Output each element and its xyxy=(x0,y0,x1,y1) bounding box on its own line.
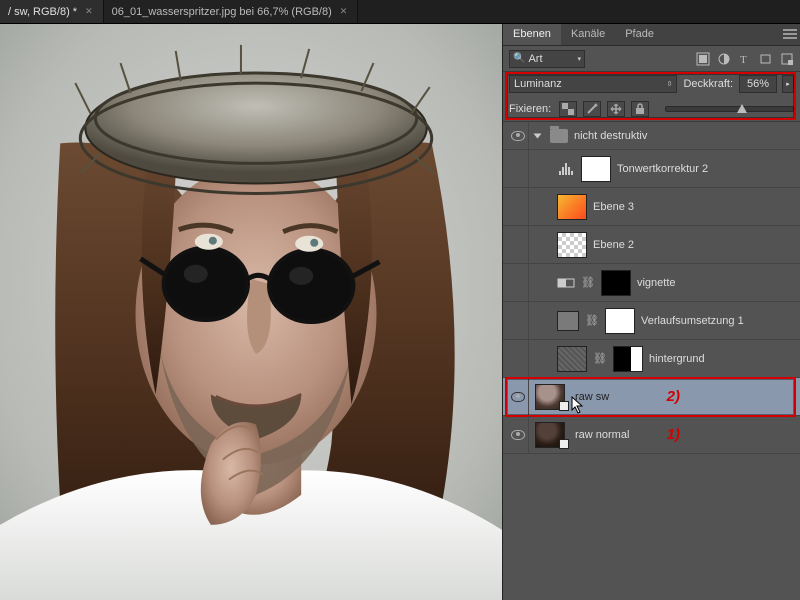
opacity-flyout-button[interactable]: ▸ xyxy=(782,75,794,93)
layer-row[interactable]: raw normal 1) xyxy=(503,416,800,454)
mask-thumbnail[interactable] xyxy=(601,270,631,296)
mask-thumbnail[interactable] xyxy=(581,156,611,182)
layer-row[interactable]: ⛓ hintergrund xyxy=(503,340,800,378)
canvas-image xyxy=(0,24,502,600)
document-tab[interactable]: 06_01_wasserspritzer.jpg bei 66,7% (RGB/… xyxy=(104,0,359,23)
chevron-up-down-icon: ⇳ xyxy=(667,80,673,88)
layers-list: nicht destruktiv Tonwertkorrektur 2 xyxy=(503,122,800,600)
folder-icon xyxy=(550,129,568,143)
layer-name[interactable]: raw normal xyxy=(575,429,629,441)
layer-name[interactable]: Verlaufsumsetzung 1 xyxy=(641,315,744,327)
panel-tabs: Ebenen Kanäle Pfade xyxy=(503,24,800,46)
layer-thumbnail[interactable] xyxy=(557,194,587,220)
tab-paths[interactable]: Pfade xyxy=(615,24,664,45)
layer-row-selected[interactable]: raw sw 2) xyxy=(503,378,800,416)
filter-kind-value: Art xyxy=(528,53,577,65)
filter-type-icon[interactable]: T xyxy=(737,52,752,66)
blend-mode-select[interactable]: Luminanz ⇳ xyxy=(509,75,677,93)
smart-object-badge-icon xyxy=(559,439,569,449)
filter-smart-icon[interactable] xyxy=(779,52,794,66)
layer-name[interactable]: Ebene 3 xyxy=(593,201,634,213)
layer-row[interactable]: ⛓ Verlaufsumsetzung 1 xyxy=(503,302,800,340)
blend-mode-value: Luminanz xyxy=(514,78,562,90)
lock-pixels-button[interactable] xyxy=(583,101,601,117)
gradient-map-icon xyxy=(557,275,575,291)
filter-kind-select[interactable]: 🔍 Art ▾ xyxy=(509,50,585,68)
tab-layers[interactable]: Ebenen xyxy=(503,24,561,45)
mask-thumbnail[interactable] xyxy=(613,346,643,372)
layer-name[interactable]: nicht destruktiv xyxy=(574,130,647,142)
fill-slider[interactable] xyxy=(665,106,794,112)
layer-thumbnail[interactable] xyxy=(557,346,587,372)
layers-panel: Ebenen Kanäle Pfade 🔍 Art ▾ T xyxy=(502,24,800,600)
layer-name[interactable]: vignette xyxy=(637,277,676,289)
opacity-input[interactable]: 56% xyxy=(739,75,777,93)
levels-icon xyxy=(557,161,575,177)
visibility-eye-icon[interactable] xyxy=(511,131,525,141)
layer-name[interactable]: Ebene 2 xyxy=(593,239,634,251)
layer-thumbnail[interactable] xyxy=(557,232,587,258)
lock-transparent-button[interactable] xyxy=(559,101,577,117)
document-tab-label: / sw, RGB/8) * xyxy=(8,6,77,18)
layer-row[interactable]: Ebene 3 xyxy=(503,188,800,226)
visibility-eye-icon[interactable] xyxy=(511,392,525,402)
opacity-label: Deckkraft: xyxy=(683,78,733,90)
link-icon[interactable]: ⛓ xyxy=(585,314,599,327)
layer-name[interactable]: raw sw xyxy=(575,391,609,403)
close-icon[interactable]: ✕ xyxy=(340,6,348,17)
lock-all-button[interactable] xyxy=(631,101,649,117)
layer-row[interactable]: ⛓ vignette xyxy=(503,264,800,302)
link-icon[interactable]: ⛓ xyxy=(593,352,607,365)
lock-label: Fixieren: xyxy=(509,103,551,115)
document-tab-label: 06_01_wasserspritzer.jpg bei 66,7% (RGB/… xyxy=(112,6,332,18)
smart-object-badge-icon xyxy=(559,401,569,411)
link-icon[interactable]: ⛓ xyxy=(581,276,595,289)
filter-adjust-icon[interactable] xyxy=(716,52,731,66)
lock-row: Fixieren: xyxy=(503,96,800,122)
mask-thumbnail[interactable] xyxy=(605,308,635,334)
document-tab[interactable]: / sw, RGB/8) * ✕ xyxy=(0,0,104,23)
layer-row[interactable]: Tonwertkorrektur 2 xyxy=(503,150,800,188)
svg-text:T: T xyxy=(740,54,747,66)
layer-name[interactable]: hintergrund xyxy=(649,353,705,365)
layer-row[interactable]: Ebene 2 xyxy=(503,226,800,264)
layer-group-row[interactable]: nicht destruktiv xyxy=(503,122,800,150)
chevron-down-icon: ▾ xyxy=(577,55,581,63)
filter-shape-icon[interactable] xyxy=(758,52,773,66)
filter-pixel-icon[interactable] xyxy=(695,52,710,66)
opacity-value: 56% xyxy=(747,78,769,90)
panel-menu-button[interactable] xyxy=(782,27,798,41)
tab-channels[interactable]: Kanäle xyxy=(561,24,615,45)
chevron-down-icon[interactable] xyxy=(534,133,542,138)
canvas[interactable] xyxy=(0,24,502,600)
visibility-eye-icon[interactable] xyxy=(511,430,525,440)
lock-position-button[interactable] xyxy=(607,101,625,117)
close-icon[interactable]: ✕ xyxy=(85,6,93,17)
blend-mode-row: Luminanz ⇳ Deckkraft: 56% ▸ xyxy=(503,72,800,96)
layer-thumbnail[interactable] xyxy=(557,311,579,331)
search-icon: 🔍 xyxy=(513,53,525,64)
document-tab-bar: / sw, RGB/8) * ✕ 06_01_wasserspritzer.jp… xyxy=(0,0,800,24)
layer-name[interactable]: Tonwertkorrektur 2 xyxy=(617,163,708,175)
layer-filter-row: 🔍 Art ▾ T xyxy=(503,46,800,72)
